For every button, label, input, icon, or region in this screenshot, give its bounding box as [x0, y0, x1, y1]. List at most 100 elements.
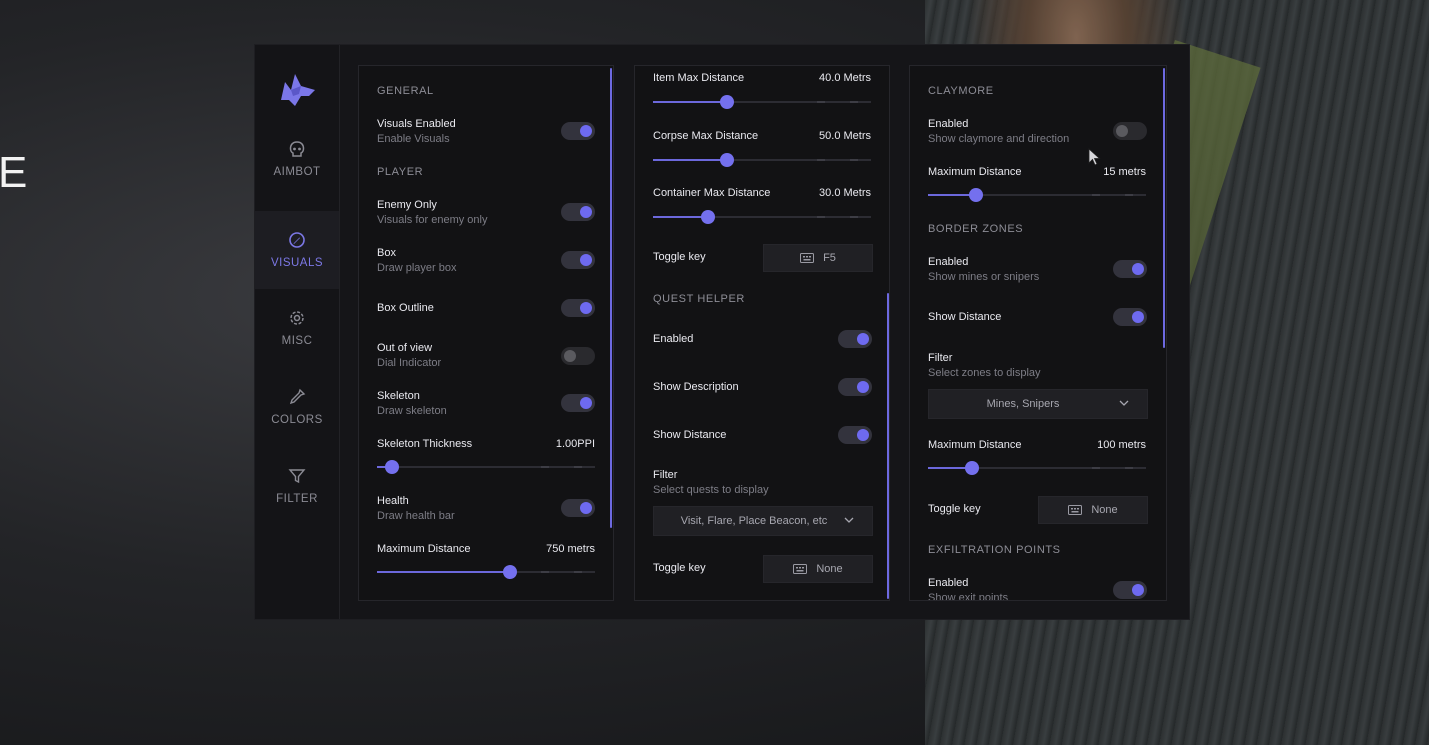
border-show-distance-label: Show Distance: [928, 311, 1002, 323]
border-toggle-key-label: Toggle key: [928, 503, 981, 515]
enemy-only-toggle[interactable]: [561, 203, 595, 221]
keyboard-icon: [800, 253, 815, 263]
skeleton-thickness-label: Skeleton Thickness: [377, 438, 473, 450]
border-enabled-label: Enabled: [928, 256, 969, 268]
corpse-max-distance-slider[interactable]: [653, 153, 871, 167]
visuals-world-panel: CLAYMORE Enabled Show claymore and direc…: [909, 65, 1167, 601]
slider-tick: [849, 216, 858, 218]
show-description-toggle[interactable]: [838, 378, 872, 396]
visuals-enabled-toggle[interactable]: [561, 122, 595, 140]
panel-scrollbar[interactable]: [1163, 68, 1165, 348]
visuals-icon: [289, 232, 305, 248]
box-toggle[interactable]: [561, 251, 595, 269]
nav-item-filter[interactable]: FILTER: [255, 447, 339, 525]
nav-label: FILTER: [276, 493, 318, 505]
skull-icon: [289, 141, 305, 157]
health-description: Draw health bar: [377, 510, 455, 522]
slider-thumb[interactable]: [700, 210, 715, 224]
quest-filter-label: Filter: [653, 469, 678, 481]
slider-tick: [540, 571, 549, 573]
nav-label: COLORS: [271, 414, 323, 426]
skeleton-thickness-slider[interactable]: [377, 460, 595, 474]
slider-tick: [540, 466, 549, 468]
container-max-distance-slider[interactable]: [653, 210, 871, 224]
slider-tick: [816, 216, 825, 218]
max-distance-label: Maximum Distance: [377, 543, 471, 555]
mouse-cursor-icon: [1088, 148, 1101, 166]
quest-enabled-toggle[interactable]: [838, 330, 872, 348]
nav-label: VISUALS: [270, 257, 324, 269]
slider-tick: [573, 466, 582, 468]
out-of-view-description: Dial Indicator: [377, 357, 442, 369]
nav-item-aimbot[interactable]: AIMBOT: [255, 120, 339, 198]
container-max-distance-value: 30.0 Metrs: [819, 187, 871, 199]
settings-window: AIMBOT VISUALS MISC COLORS FILTER GENERA…: [254, 44, 1190, 620]
toggle-key-button[interactable]: F5: [763, 244, 873, 272]
quest-filter-select[interactable]: Visit, Flare, Place Beacon, etc: [653, 506, 873, 536]
panel-scrollbar[interactable]: [887, 293, 889, 599]
border-enabled-toggle[interactable]: [1113, 260, 1147, 278]
panel-scrollbar[interactable]: [610, 68, 612, 528]
quest-toggle-key-button[interactable]: None: [763, 555, 873, 583]
box-description: Draw player box: [377, 262, 457, 274]
keyboard-icon: [793, 564, 808, 574]
skeleton-description: Draw skeleton: [377, 405, 447, 417]
visuals-enabled-label: Visuals Enabled: [377, 118, 456, 130]
visuals-player-panel: GENERAL Visuals Enabled Enable Visuals P…: [358, 65, 614, 601]
claymore-max-distance-slider[interactable]: [928, 188, 1146, 202]
max-distance-value: 750 metrs: [546, 543, 595, 555]
section-title-claymore: CLAYMORE: [928, 85, 994, 97]
gear-icon: [290, 311, 304, 325]
slider-tick: [849, 101, 858, 103]
claymore-enabled-description: Show claymore and direction: [928, 133, 1070, 145]
background-title-fragment: E: [0, 148, 29, 197]
section-title-border-zones: BORDER ZONES: [928, 223, 1024, 235]
health-toggle[interactable]: [561, 499, 595, 517]
quest-toggle-key-value: None: [816, 563, 843, 575]
exfil-enabled-label: Enabled: [928, 577, 969, 589]
slider-thumb[interactable]: [720, 95, 735, 109]
skeleton-toggle[interactable]: [561, 394, 595, 412]
slider-thumb[interactable]: [968, 188, 983, 202]
slider-thumb[interactable]: [964, 461, 979, 475]
out-of-view-toggle[interactable]: [561, 347, 595, 365]
slider-tick: [849, 159, 858, 161]
toggle-key-value: F5: [823, 252, 836, 264]
enemy-only-label: Enemy Only: [377, 199, 437, 211]
slider-thumb[interactable]: [720, 153, 735, 167]
slider-tick: [1124, 467, 1133, 469]
max-distance-slider[interactable]: [377, 565, 595, 579]
border-max-distance-label: Maximum Distance: [928, 439, 1022, 451]
slider-thumb[interactable]: [502, 565, 517, 579]
exfil-enabled-description: Show exit points: [928, 592, 1009, 601]
show-distance-label: Show Distance: [653, 429, 727, 441]
nav-item-colors[interactable]: COLORS: [255, 368, 339, 446]
box-outline-toggle[interactable]: [561, 299, 595, 317]
border-show-distance-toggle[interactable]: [1113, 308, 1147, 326]
border-filter-label: Filter: [928, 352, 953, 364]
border-toggle-key-value: None: [1091, 504, 1118, 516]
section-title-quest-helper: QUEST HELPER: [653, 293, 745, 305]
visuals-loot-panel: Item Max Distance 40.0 Metrs Corpse Max …: [634, 65, 890, 601]
slider-tick: [1091, 194, 1100, 196]
border-max-distance-value: 100 metrs: [1097, 439, 1146, 451]
slider-tick: [816, 101, 825, 103]
item-max-distance-slider[interactable]: [653, 95, 871, 109]
exfil-enabled-toggle[interactable]: [1113, 581, 1147, 599]
claymore-max-distance-value: 15 metrs: [1103, 166, 1146, 178]
border-filter-select[interactable]: Mines, Snipers: [928, 389, 1148, 419]
slider-thumb[interactable]: [385, 460, 400, 474]
filter-icon: [288, 469, 306, 484]
visuals-enabled-description: Enable Visuals: [377, 133, 450, 145]
nav-item-misc[interactable]: MISC: [255, 289, 339, 367]
sidebar: AIMBOT VISUALS MISC COLORS FILTER: [255, 45, 340, 619]
slider-tick: [816, 159, 825, 161]
border-max-distance-slider[interactable]: [928, 461, 1146, 475]
section-title-player: PLAYER: [377, 166, 424, 178]
show-distance-toggle[interactable]: [838, 426, 872, 444]
border-toggle-key-button[interactable]: None: [1038, 496, 1148, 524]
border-filter-selected: Mines, Snipers: [986, 398, 1060, 410]
quest-enabled-label: Enabled: [653, 333, 694, 345]
claymore-enabled-toggle[interactable]: [1113, 122, 1147, 140]
nav-item-visuals[interactable]: VISUALS: [255, 211, 339, 289]
